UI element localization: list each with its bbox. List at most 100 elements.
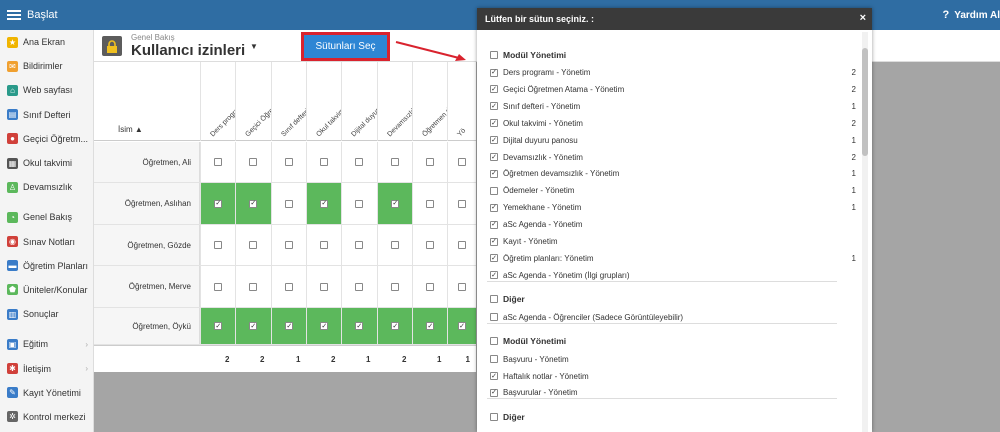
checkbox-checked[interactable]: ✓	[490, 169, 498, 178]
checkbox-checked[interactable]: ✓	[490, 271, 498, 280]
checkbox-checked[interactable]: ✓	[490, 388, 498, 397]
checkbox[interactable]	[490, 295, 498, 304]
column-group[interactable]: Diğer	[490, 291, 856, 308]
checkbox[interactable]	[490, 355, 498, 364]
checkbox[interactable]	[355, 282, 364, 291]
checkbox-checked[interactable]: ✓	[490, 203, 498, 212]
checkbox-checked[interactable]: ✓	[249, 322, 258, 330]
column-option[interactable]: ✓ Haftalık notlar - Yönetim	[490, 368, 856, 385]
checkbox-checked[interactable]: ✓	[214, 322, 223, 330]
column-option[interactable]: ✓ Dijital duyuru panosu 1	[490, 132, 856, 149]
column-group[interactable]: Modül Yönetimi	[490, 46, 856, 63]
column-option[interactable]: ✓ Öğretmen devamsızlık - Yönetim 1	[490, 165, 856, 182]
checkbox[interactable]	[490, 412, 498, 421]
checkbox[interactable]	[285, 158, 294, 166]
checkbox-checked[interactable]: ✓	[391, 322, 400, 330]
column-option[interactable]: ✓ aSc Agenda - Yönetim	[490, 216, 856, 233]
sidebar-item[interactable]: ♙ Devamsızlık	[0, 175, 93, 199]
checkbox[interactable]	[391, 282, 400, 291]
column-option[interactable]: ✓ Okul takvimi - Yönetim 2	[490, 115, 856, 132]
sidebar-item[interactable]: ▤ Sınıf Defteri	[0, 103, 93, 127]
hamburger-menu-icon[interactable]	[7, 10, 21, 20]
checkbox-checked[interactable]: ✓	[458, 322, 466, 330]
checkbox[interactable]	[320, 241, 329, 249]
sidebar-item[interactable]: ▦ Okul takvimi	[0, 151, 93, 175]
checkbox-checked[interactable]: ✓	[249, 199, 258, 208]
start-title[interactable]: Başlat	[27, 9, 58, 21]
column-header[interactable]: Öğretmen devamsızlık - Yönetim	[412, 62, 448, 141]
checkbox[interactable]	[249, 241, 258, 249]
column-header[interactable]: Devamsızlık - Yönetim	[377, 62, 413, 141]
checkbox[interactable]	[391, 241, 400, 249]
checkbox[interactable]	[355, 158, 364, 166]
sidebar-item[interactable]: ✉ Bildirimler	[0, 54, 93, 78]
checkbox[interactable]	[285, 282, 294, 291]
column-group[interactable]: Diğer	[490, 408, 856, 425]
checkbox[interactable]	[458, 158, 466, 166]
column-option[interactable]: ✓ Sınıf defteri - Yönetim 1	[490, 98, 856, 115]
checkbox[interactable]	[458, 199, 466, 208]
checkbox[interactable]	[426, 282, 435, 291]
column-option[interactable]: Başvuru - Yönetim	[490, 351, 856, 368]
checkbox[interactable]	[426, 199, 435, 208]
checkbox-checked[interactable]: ✓	[320, 322, 329, 330]
name-column-header[interactable]: İsim ▲	[118, 125, 143, 134]
column-option[interactable]: ✓ Devamsızlık - Yönetim 2	[490, 149, 856, 166]
checkbox[interactable]	[490, 313, 498, 322]
sidebar-item[interactable]: ● Geçici Öğretm...	[0, 127, 93, 151]
column-header[interactable]: Ders programı - Yönetim	[200, 62, 236, 141]
checkbox[interactable]	[426, 158, 435, 166]
checkbox[interactable]	[249, 158, 258, 166]
sidebar-item[interactable]: ✱ İletişim ›	[0, 356, 93, 380]
checkbox[interactable]	[285, 241, 294, 249]
checkbox[interactable]	[214, 158, 223, 166]
column-option[interactable]: Ödemeler - Yönetim 1	[490, 182, 856, 199]
checkbox[interactable]	[391, 158, 400, 166]
checkbox[interactable]	[214, 282, 223, 291]
checkbox-checked[interactable]: ✓	[391, 199, 400, 208]
checkbox[interactable]	[214, 241, 223, 249]
sidebar-item[interactable]: ▣ Eğitim ›	[0, 332, 93, 356]
dialog-scrollbar[interactable]	[862, 32, 868, 432]
checkbox[interactable]	[490, 337, 498, 346]
column-option[interactable]: ✓ Öğretim planları: Yönetim 1	[490, 250, 856, 267]
checkbox[interactable]	[458, 282, 466, 291]
checkbox-checked[interactable]: ✓	[320, 199, 329, 208]
checkbox[interactable]	[490, 186, 498, 195]
sidebar-item[interactable]: ⬟ Üniteler/Konular	[0, 278, 93, 302]
column-header[interactable]: Okul takvimi - Yönetim	[306, 62, 342, 141]
checkbox-checked[interactable]: ✓	[490, 220, 498, 229]
checkbox-checked[interactable]: ✓	[490, 85, 498, 94]
checkbox-checked[interactable]: ✓	[490, 136, 498, 145]
checkbox[interactable]	[490, 50, 498, 59]
sidebar-item[interactable]: ▬ Öğretim Planları	[0, 254, 93, 278]
checkbox-checked[interactable]: ✓	[490, 254, 498, 263]
checkbox-checked[interactable]: ✓	[490, 153, 498, 161]
column-header[interactable]: Sınıf defteri - Yönetim	[271, 62, 307, 141]
checkbox-checked[interactable]: ✓	[490, 372, 498, 380]
close-icon[interactable]: ×	[860, 12, 866, 24]
column-header[interactable]: Yö	[447, 62, 476, 141]
checkbox-checked[interactable]: ✓	[490, 119, 498, 128]
checkbox[interactable]	[355, 241, 364, 249]
checkbox[interactable]	[458, 241, 466, 249]
column-group[interactable]: Modül Yönetimi	[490, 333, 856, 350]
sidebar-item[interactable]: ◉ Sınav Notları	[0, 230, 93, 254]
checkbox[interactable]	[320, 282, 329, 291]
column-option[interactable]: ✓ Geçici Öğretmen Atama - Yönetim 2	[490, 81, 856, 98]
sidebar-item[interactable]: ✎ Kayıt Yönetimi	[0, 381, 93, 405]
sidebar-item[interactable]: ▥ Sonuçlar	[0, 302, 93, 326]
checkbox[interactable]	[355, 199, 364, 208]
checkbox[interactable]	[285, 199, 294, 208]
column-option[interactable]: ✓ Yemekhane - Yönetim 1	[490, 199, 856, 216]
column-option[interactable]: ✓ Ders programı - Yönetim 2	[490, 64, 856, 81]
column-option[interactable]: ✓ Kayıt - Yönetim	[490, 233, 856, 250]
sidebar-item[interactable]: ⌂ Web sayfası	[0, 78, 93, 102]
sidebar-item[interactable]: ✲ Kontrol merkezi	[0, 405, 93, 429]
checkbox[interactable]	[249, 282, 258, 291]
checkbox-checked[interactable]: ✓	[285, 322, 294, 330]
help-link[interactable]: ? Yardım Al	[943, 0, 1000, 30]
checkbox[interactable]	[426, 241, 435, 249]
scrollbar-thumb[interactable]	[862, 48, 868, 156]
checkbox-checked[interactable]: ✓	[355, 322, 364, 330]
